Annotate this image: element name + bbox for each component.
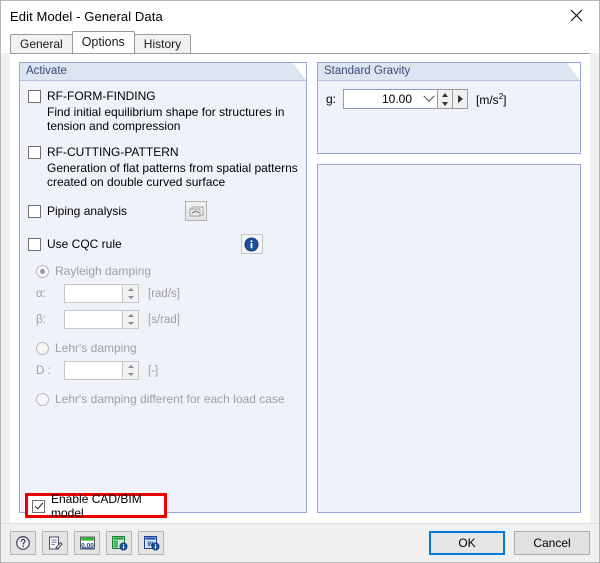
enable-cad-bim-label: Enable CAD/BIM model: [51, 491, 142, 520]
help-icon: [16, 536, 30, 550]
rf-cutting-pattern-description: Generation of flat patterns from spatial…: [47, 161, 298, 189]
close-button[interactable]: [554, 1, 599, 30]
left-column: Activate RF-FORM-FINDING Find initial eq…: [19, 62, 307, 520]
gravity-label: g:: [326, 92, 337, 106]
rayleigh-damping-label: Rayleigh damping: [55, 264, 152, 278]
tab-general[interactable]: General: [10, 34, 73, 53]
rf-form-finding-description: Find initial equilibrium shape for struc…: [47, 105, 285, 133]
lehrs-damping-radio[interactable]: [36, 341, 49, 355]
cad-bim-highlight: Enable CAD/BIM model: [25, 491, 167, 520]
excel-export-icon: [111, 536, 127, 551]
piping-analysis-row: Piping analysis: [28, 201, 298, 221]
footer-toolbar: 0.00 W: [10, 531, 164, 555]
title-bar: Edit Model - General Data: [1, 1, 599, 31]
edit-note-icon: [49, 536, 63, 550]
info-icon: [244, 236, 259, 252]
dialog-footer: 0.00 W OK Cancel: [1, 523, 599, 562]
lehrs-damping-label: Lehr's damping: [55, 341, 137, 355]
beta-label: β:: [36, 313, 46, 326]
alpha-field-row: α: [rad/s]: [28, 284, 298, 303]
d-field-row: D : [-]: [28, 361, 298, 380]
close-icon: [570, 9, 583, 22]
gravity-combo[interactable]: 10.00: [343, 89, 439, 109]
d-input[interactable]: [65, 362, 122, 379]
tab-options[interactable]: Options: [71, 31, 135, 53]
alpha-spinner[interactable]: [64, 284, 139, 303]
rf-cutting-pattern-item: RF-CUTTING-PATTERN Generation of flat pa…: [28, 145, 298, 189]
rf-form-finding-label: RF-FORM-FINDING: [47, 89, 156, 103]
use-cqc-rule-checkbox[interactable]: [28, 238, 41, 251]
excel-export-button[interactable]: [106, 531, 132, 555]
beta-spinner[interactable]: [64, 310, 139, 329]
standard-gravity-group-title: Standard Gravity: [318, 63, 580, 81]
tab-page-options: Activate RF-FORM-FINDING Find initial eq…: [10, 53, 590, 523]
piping-settings-icon: [189, 206, 203, 216]
cqc-info-button[interactable]: [240, 234, 263, 254]
lehrs-damping-per-load-case-radio[interactable]: [36, 392, 49, 406]
beta-input[interactable]: [65, 311, 122, 328]
gravity-spin-buttons[interactable]: [438, 89, 454, 109]
rf-form-finding-item: RF-FORM-FINDING Find initial equilibrium…: [28, 89, 298, 133]
comment-button[interactable]: [42, 531, 68, 555]
alpha-spin-buttons[interactable]: [122, 285, 138, 302]
lehrs-damping-row: Lehr's damping: [28, 341, 298, 355]
use-cqc-rule-row: Use CQC rule: [28, 234, 298, 254]
alpha-label: α:: [36, 287, 46, 300]
enable-cad-bim-checkbox[interactable]: [32, 499, 45, 513]
beta-unit: [s/rad]: [148, 313, 180, 326]
tab-strip: General Options History: [1, 31, 599, 53]
edit-model-dialog: Edit Model - General Data General Option…: [0, 0, 600, 563]
chevron-down-icon[interactable]: [420, 90, 437, 103]
piping-analysis-label: Piping analysis: [47, 204, 128, 218]
gravity-value[interactable]: 10.00: [344, 92, 420, 106]
rf-cutting-pattern-label: RF-CUTTING-PATTERN: [47, 145, 179, 159]
beta-spin-buttons[interactable]: [122, 311, 138, 328]
alpha-unit: [rad/s]: [148, 287, 180, 300]
rayleigh-damping-radio[interactable]: [36, 264, 49, 278]
standard-gravity-groupbox: Standard Gravity g: 10.00 [m/s2]: [317, 62, 581, 154]
gravity-unit-prefix: [m/s: [476, 92, 499, 107]
rayleigh-damping-row: Rayleigh damping: [28, 264, 298, 278]
d-spin-buttons[interactable]: [122, 362, 138, 379]
d-unit: [-]: [148, 364, 159, 377]
tab-history[interactable]: History: [133, 34, 192, 53]
gravity-next-button[interactable]: [453, 89, 469, 109]
word-export-button[interactable]: W: [138, 531, 164, 555]
beta-field-row: β: [s/rad]: [28, 310, 298, 329]
activate-groupbox: Activate RF-FORM-FINDING Find initial eq…: [19, 62, 307, 520]
help-button[interactable]: [10, 531, 36, 555]
alpha-input[interactable]: [65, 285, 122, 302]
use-cqc-rule-label: Use CQC rule: [47, 237, 122, 251]
lehrs-damping-per-load-case-label: Lehr's damping different for each load c…: [55, 392, 285, 406]
lehrs-damping-per-load-case-row: Lehr's damping different for each load c…: [28, 392, 298, 406]
activate-group-title: Activate: [20, 63, 306, 81]
rf-form-finding-checkbox[interactable]: [28, 90, 41, 103]
calculator-icon: 0.00: [79, 536, 95, 550]
cancel-button[interactable]: Cancel: [514, 531, 590, 555]
word-export-icon: W: [143, 536, 159, 551]
gravity-unit: [m/s2]: [476, 92, 506, 107]
dialog-buttons: OK Cancel: [429, 531, 590, 555]
gravity-row: g: 10.00 [m/s2]: [326, 89, 572, 109]
rf-cutting-pattern-checkbox[interactable]: [28, 146, 41, 159]
units-button[interactable]: 0.00: [74, 531, 100, 555]
empty-panel: [317, 164, 581, 513]
piping-analysis-checkbox[interactable]: [28, 205, 41, 218]
gravity-unit-suffix: ]: [503, 92, 507, 107]
window-title: Edit Model - General Data: [10, 8, 163, 24]
d-label: D :: [36, 364, 51, 377]
ok-button[interactable]: OK: [429, 531, 505, 555]
piping-settings-button[interactable]: [185, 201, 208, 221]
d-spinner[interactable]: [64, 361, 139, 380]
right-column: Standard Gravity g: 10.00 [m/s2]: [317, 62, 581, 513]
